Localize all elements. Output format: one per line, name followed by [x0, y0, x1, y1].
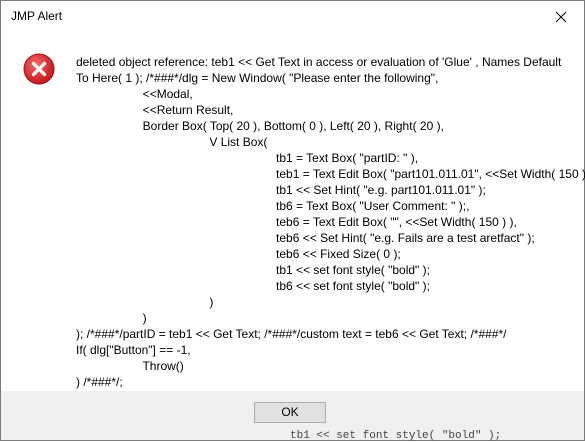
- alert-dialog: JMP Alert deleted object reference: teb1…: [0, 0, 585, 441]
- error-message: deleted object reference: teb1 << Get Te…: [76, 54, 585, 390]
- message-line: tb1 = Text Box( "partID: " ),: [76, 151, 419, 165]
- message-line: teb6 = Text Edit Box( "", <<Set Width( 1…: [76, 215, 517, 229]
- message-line: teb1 = Text Edit Box( "part101.011.01", …: [76, 167, 585, 181]
- message-line: ): [76, 311, 147, 325]
- window-title: JMP Alert: [11, 9, 63, 23]
- close-icon: [555, 11, 567, 22]
- message-line: tb1 << set font style( "bold" );: [76, 263, 430, 277]
- message-line: teb6 << Set Hint( "e.g. Fails are a test…: [76, 231, 535, 245]
- background-code-snippet: tb1 << set font style( "bold" );: [290, 430, 502, 442]
- message-line: <<Return Result,: [76, 103, 234, 117]
- dialog-content: deleted object reference: teb1 << Get Te…: [1, 32, 585, 391]
- error-icon: [23, 53, 55, 85]
- message-line: Throw(): [76, 359, 184, 373]
- message-line: tb6 << set font style( "bold" );: [76, 279, 430, 293]
- message-line: Border Box( Top( 20 ), Bottom( 0 ), Left…: [76, 119, 444, 133]
- message-line: ) /*###*/;: [76, 375, 123, 389]
- message-line: If( dlg["Button"] == -1,: [76, 343, 191, 357]
- ok-button[interactable]: OK: [254, 402, 326, 423]
- message-line: deleted object reference: teb1 << Get Te…: [76, 55, 562, 85]
- message-line: V List Box(: [76, 135, 268, 149]
- message-line: <<Modal,: [76, 87, 193, 101]
- message-line: ): [76, 295, 214, 309]
- message-line: ); /*###*/partID = teb1 << Get Text; /*#…: [76, 327, 507, 341]
- message-line: teb6 << Fixed Size( 0 );: [76, 247, 401, 261]
- title-bar: JMP Alert: [1, 1, 584, 32]
- message-line: tb1 << Set Hint( "e.g. part101.011.01" )…: [76, 183, 486, 197]
- close-button[interactable]: [538, 1, 584, 32]
- message-line: tb6 = Text Box( "User Comment: " );,: [76, 199, 470, 213]
